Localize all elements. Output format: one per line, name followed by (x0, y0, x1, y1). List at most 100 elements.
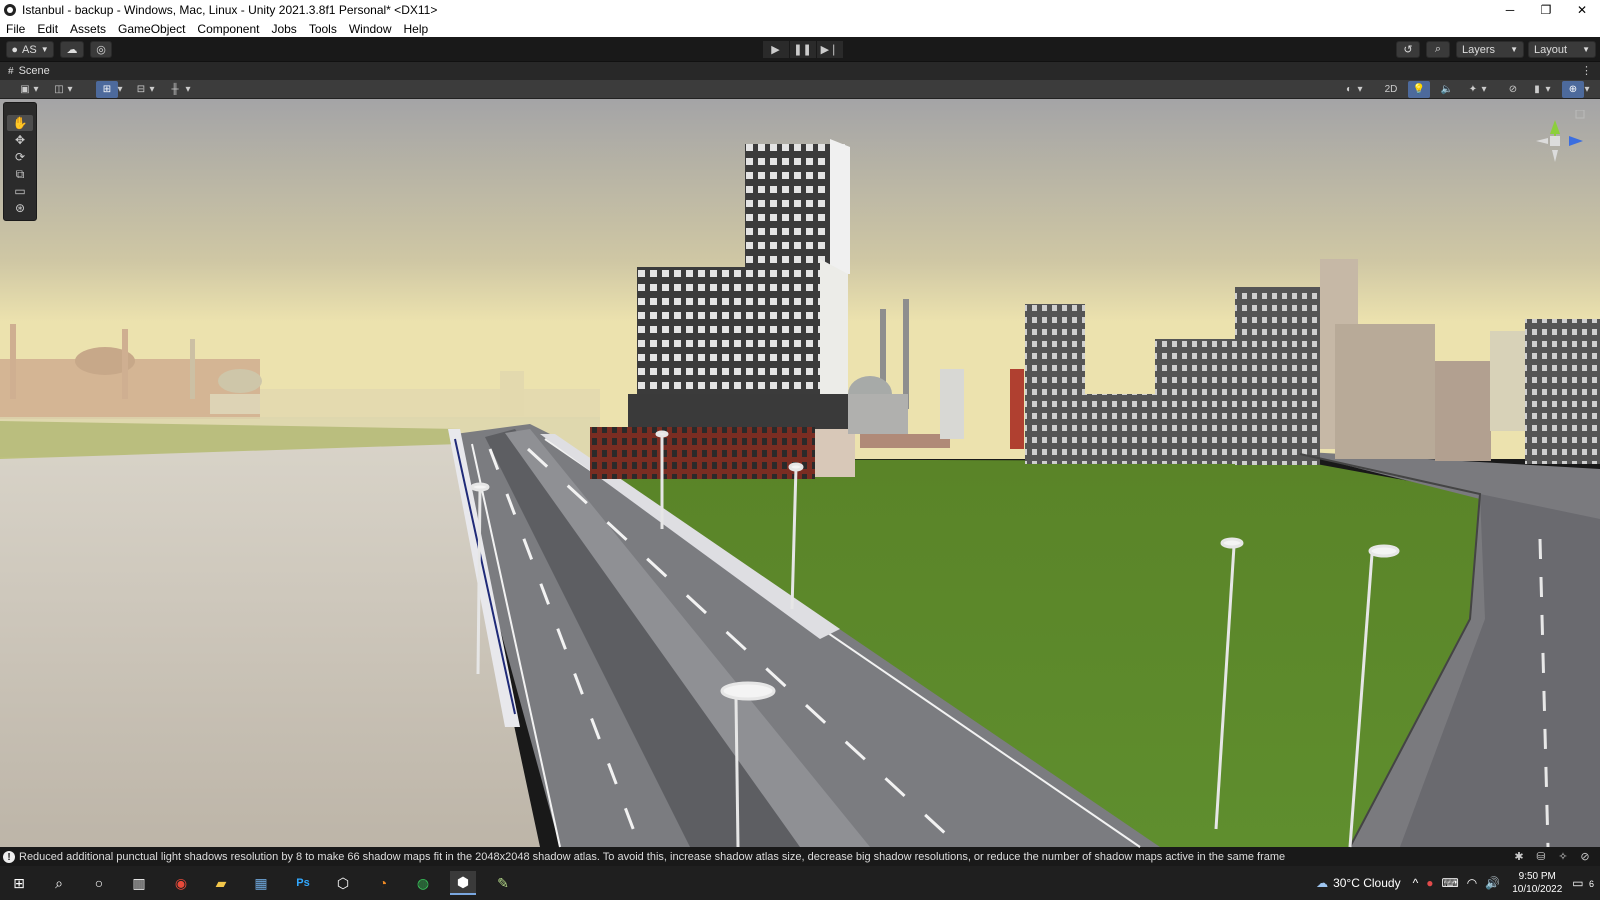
effects-icon: ✦ (1468, 84, 1478, 95)
notification-icon: ▭ (1572, 876, 1584, 890)
play-button[interactable]: ▶ (763, 41, 789, 58)
rect-tool-icon[interactable]: ▭ (7, 183, 33, 199)
paint-button[interactable]: ✎ (490, 871, 516, 895)
lock-icon[interactable] (1575, 109, 1585, 119)
menu-assets[interactable]: Assets (64, 22, 112, 36)
search-icon: ⌕ (1434, 43, 1442, 55)
sphere-icon: ◐ (1345, 84, 1353, 95)
unity-logo-icon (4, 4, 16, 16)
layers-dropdown[interactable]: Layers ▼ (1456, 41, 1524, 58)
orientation-gizmo[interactable] (1528, 109, 1598, 190)
scene-toolbar: ▣ ▾ ◫ ▾ ⊞ ▾ ⊟ ▾ ╫ ▾ ◐ ▾ 2D 💡 🔈 ✦ ▾ ⊘ ▮ ▾… (0, 80, 1600, 99)
status-actions: ✱ ⛁ ✧ ⊘ (1508, 850, 1596, 863)
globe-icon: ⊕ (1568, 84, 1578, 95)
status-message[interactable]: Reduced additional punctual light shadow… (19, 851, 1285, 863)
menu-edit[interactable]: Edit (31, 22, 64, 36)
account-label: AS (22, 43, 37, 56)
folder-icon: ▰ (215, 874, 227, 891)
tab-scene[interactable]: # Scene (0, 65, 50, 77)
bake-icon[interactable]: ⛁ (1530, 850, 1552, 863)
unity-editor-button[interactable]: ⬢ (450, 871, 476, 895)
cache-icon[interactable]: ✧ (1552, 850, 1574, 863)
chrome-taskbar-button[interactable]: ◉ (168, 871, 194, 895)
collab-button[interactable]: ◎ (90, 41, 112, 58)
toggle-2d-button[interactable]: 2D (1378, 81, 1404, 98)
pause-button[interactable]: ❚❚ (790, 41, 816, 58)
menu-component[interactable]: Component (191, 22, 265, 36)
step-button[interactable]: ▶❘ (817, 41, 843, 58)
chevron-down-icon[interactable]: ▾ (1542, 81, 1554, 98)
chevron-down-icon[interactable]: ▾ (1478, 81, 1490, 98)
menu-tools[interactable]: Tools (303, 22, 343, 36)
wifi-icon[interactable]: ◠ (1467, 876, 1477, 890)
scale-tool-icon[interactable]: ⧉ (7, 166, 33, 182)
hand-tool-icon[interactable]: ✋ (7, 115, 33, 131)
cloud-button[interactable]: ☁ (60, 41, 84, 58)
search-button[interactable]: ⌕ (1426, 41, 1450, 58)
move-tool-icon[interactable]: ✥ (7, 132, 33, 148)
gizmo-center[interactable] (1550, 136, 1560, 146)
photoshop-icon: Ps (296, 877, 310, 889)
maximize-button[interactable]: ❐ (1528, 0, 1564, 20)
chevron-down-icon[interactable]: ▾ (182, 81, 194, 98)
layers-label: Layers (1462, 43, 1496, 56)
chevron-down-icon[interactable]: ▾ (114, 81, 126, 98)
clock[interactable]: 9:50 PM 10/10/2022 (1512, 870, 1562, 896)
close-button[interactable]: ✕ (1564, 0, 1600, 20)
scene-grid-icon: # (8, 65, 14, 77)
menu-window[interactable]: Window (343, 22, 398, 36)
whatsapp-button[interactable]: ◍ (410, 871, 436, 895)
menu-file[interactable]: File (0, 22, 31, 36)
unity-hub-button[interactable]: ⬡ (330, 871, 356, 895)
chrome-icon: ◉ (174, 874, 188, 891)
tab-scene-label: Scene (18, 65, 50, 77)
photoshop-button[interactable]: Ps (290, 871, 316, 895)
lighting-toggle[interactable]: 💡 (1408, 81, 1430, 98)
task-view-icon: ▥ (132, 874, 146, 891)
collab-icon: ◎ (96, 44, 106, 56)
audio-toggle[interactable]: 🔈 (1436, 81, 1458, 98)
file-explorer-button[interactable]: ▰ (208, 871, 234, 895)
chevron-down-icon[interactable]: ▾ (146, 81, 158, 98)
chevron-down-icon[interactable]: ▾ (30, 81, 42, 98)
speaker-icon: 🔈 (1440, 84, 1454, 95)
progress-icon[interactable]: ⊘ (1574, 850, 1596, 863)
search-taskbar-button[interactable]: ⌕ (46, 871, 72, 895)
notification-button[interactable]: ▭ 6 (1572, 876, 1594, 890)
cloud-weather-icon: ☁ (1316, 876, 1329, 890)
cortana-button[interactable]: ○ (86, 871, 112, 895)
more-options-icon[interactable]: ⋮ (1581, 64, 1592, 77)
pause-icon: ❚❚ (790, 41, 815, 58)
windows-start-button[interactable]: ⊞ (6, 871, 32, 895)
transform-tool-icon[interactable]: ⊛ (7, 200, 33, 216)
chevron-down-icon[interactable]: ▾ (64, 81, 76, 98)
rotate-tool-icon[interactable]: ⟳ (7, 149, 33, 165)
keyboard-icon[interactable]: ⌨ (1441, 876, 1458, 890)
task-view-button[interactable]: ▥ (126, 871, 152, 895)
gizmo-y-axis[interactable] (1550, 120, 1560, 134)
gizmo-z-axis[interactable] (1569, 136, 1583, 146)
warning-icon: ! (3, 851, 15, 863)
antivirus-icon[interactable]: ● (1426, 876, 1433, 890)
debug-icon[interactable]: ✱ (1508, 850, 1530, 863)
blender-button[interactable]: ◔ (370, 871, 396, 895)
menu-jobs[interactable]: Jobs (265, 22, 302, 36)
status-bar: ! Reduced additional punctual light shad… (0, 848, 1600, 866)
sand-ground (0, 444, 540, 847)
clock-date: 10/10/2022 (1512, 884, 1563, 895)
layout-dropdown[interactable]: Layout ▼ (1528, 41, 1596, 58)
minimize-button[interactable]: ─ (1492, 0, 1528, 20)
menu-help[interactable]: Help (398, 22, 435, 36)
history-button[interactable]: ↺ (1396, 41, 1420, 58)
chevron-down-icon[interactable]: ▾ (1580, 81, 1594, 98)
volume-icon[interactable]: 🔊 (1485, 876, 1500, 890)
chevron-up-icon[interactable]: ^ (1413, 876, 1419, 890)
weather-text[interactable]: 30°C Cloudy (1333, 876, 1401, 890)
scene-viewport[interactable] (0, 99, 1600, 848)
account-dropdown[interactable]: ● AS ▼ (6, 41, 54, 58)
menu-gameobject[interactable]: GameObject (112, 22, 191, 36)
chevron-down-icon[interactable]: ▾ (1354, 81, 1366, 98)
hidden-objects-toggle[interactable]: ⊘ (1502, 81, 1524, 98)
store-button[interactable]: ▦ (248, 871, 274, 895)
store-icon: ▦ (254, 874, 268, 891)
